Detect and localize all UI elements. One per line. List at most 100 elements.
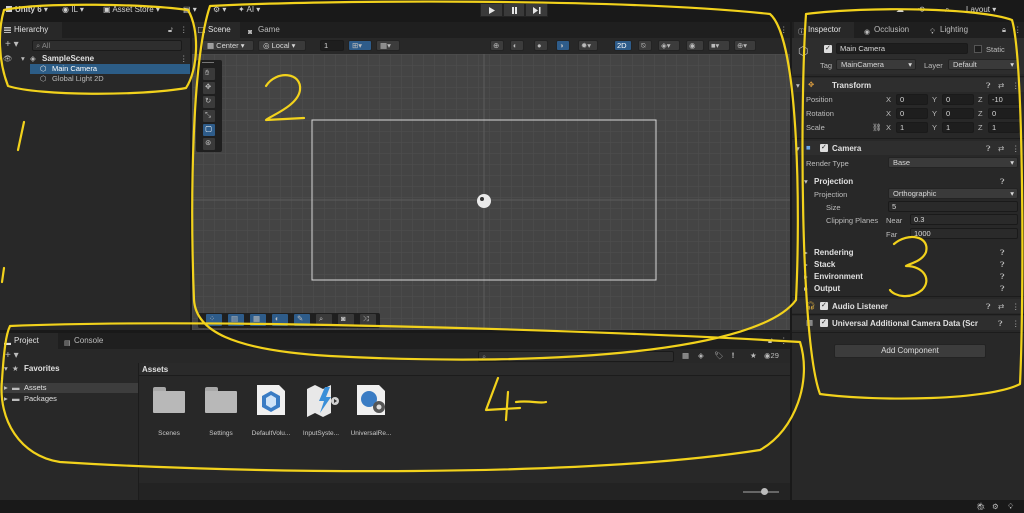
menu-kebab-icon[interactable]: ⋮ [780,336,788,345]
component-menu-icon[interactable]: ⋮ [1012,81,1020,90]
expand-arrow-icon[interactable]: ▸ [804,284,808,293]
overlay-handle[interactable] [202,62,214,63]
audio-fx-dropdown[interactable]: ◈▾ [658,40,680,51]
settings-icon[interactable]: ⚙ [992,502,999,511]
tab-game[interactable]: ◙ Game [244,22,288,38]
camera-settings-dropdown[interactable]: ■▾ [708,40,730,51]
search-by-label-icon[interactable]: ◈ [698,351,704,360]
transform-tool-button[interactable]: ⊛ [203,138,215,150]
overlay-tool-6[interactable]: ⌕ [316,314,332,326]
transform-y-field[interactable]: 0 [942,108,974,119]
expand-arrow-icon[interactable]: ▸ [804,248,808,257]
collab-button[interactable]: ⚙ ▾ [213,4,226,16]
presets-icon[interactable]: ⇄ [998,302,1004,311]
lighting-toggle[interactable]: ⍉ [638,40,652,51]
expand-arrow-icon[interactable]: ▸ [4,394,8,403]
shading-shaded-button[interactable]: ● [534,40,548,51]
asset-item[interactable]: UniversalRe... [349,383,393,439]
expand-arrow-icon[interactable]: ▾ [21,54,25,63]
scene-viewport[interactable]: ✋︎ ✥ ↻ ⤡ ▢ ⊛ ⁘ ▤ ▦ ◐ ✎ ⌕ ◙ ⤨ [192,54,790,330]
menu-kebab-icon[interactable]: ⋮ [180,25,188,34]
ai-button[interactable]: ✦ AI ▾ [238,4,260,16]
expand-arrow-icon[interactable]: ▾ [4,364,8,373]
grid-snap-input[interactable]: 1 [320,40,344,51]
help-icon[interactable]: ❓︎ [986,302,991,312]
transform-x-field[interactable]: 0 [896,108,928,119]
asset-item[interactable]: Scenes [147,387,191,439]
projection-section-title[interactable]: Projection [814,177,853,186]
visibility-icon[interactable]: 👁︎ [3,54,13,63]
object-name-field[interactable]: Main Camera [836,43,968,54]
tab-project[interactable]: ▬ Project [0,333,58,349]
asset-store-button[interactable]: ▣ Asset Store ▾ [103,4,160,16]
overlay-tool-1[interactable]: ⁘ [206,314,222,326]
shading-wire-button[interactable]: ◐ [510,40,524,51]
overlay-tool-4[interactable]: ◐ [272,314,288,326]
lock-icon[interactable]: 🔓︎ [168,25,173,35]
lightbulb-icon[interactable]: 💡︎ [1008,502,1013,512]
camera-enabled-checkbox[interactable]: ✓ [820,144,828,152]
space-dropdown[interactable]: ◎ Local ▾ [258,40,306,51]
static-checkbox[interactable] [974,45,982,53]
cloud-button[interactable]: ▤ ▾ [183,4,197,16]
help-icon[interactable]: ❓︎ [1000,284,1005,294]
notifications-button[interactable]: ☁ [896,4,904,16]
zoom-slider-thumb[interactable] [761,488,768,495]
transform-y-field[interactable]: 0 [942,94,974,105]
expand-arrow-icon[interactable]: ▸ [804,272,808,281]
asset-item[interactable]: InputSyste... [299,383,343,439]
tag-dropdown[interactable]: MainCamera ▾ [836,59,916,70]
overlay-tool-3[interactable]: ▦ [250,314,266,326]
tab-inspector[interactable]: ⓘ Inspector [794,22,854,38]
asset-item[interactable]: DefaultVolu... [249,383,293,439]
expand-arrow-icon[interactable]: ▾ [796,81,800,90]
help-icon[interactable]: ❓︎ [1000,260,1005,270]
hierarchy-item-main-camera[interactable]: ⬡ Main Camera [30,64,190,74]
move-tool-button[interactable]: ✥ [203,82,215,94]
tab-lighting[interactable]: 💡︎ Lighting [926,22,986,38]
tree-item-assets[interactable]: ▸ ▬ Assets [0,383,138,393]
grid-visibility-dropdown[interactable]: ▦▾ [376,40,400,51]
camera-section-environment[interactable]: ▸ Environment ❓︎ [792,272,1024,283]
pivot-dropdown[interactable]: ▦ Center ▾ [202,40,254,51]
camera-section-rendering[interactable]: ▸ Rendering ❓︎ [792,248,1024,259]
transform-z-field[interactable]: -10 [988,94,1020,105]
menu-kebab-icon[interactable]: ⋮ [780,25,788,34]
mode-2d-toggle[interactable]: 2D [614,40,632,51]
bug-icon[interactable]: 🐞︎ [976,502,986,511]
help-icon[interactable]: ❓︎ [1000,248,1005,258]
expand-arrow-icon[interactable]: ▾ [804,177,808,186]
audio-listener-header[interactable]: 🎧︎ ✓ Audio Listener ❓︎ ⇄ ⋮ [792,299,1024,313]
draw-mode-button[interactable]: ⊕ [490,40,504,51]
camera-section-output[interactable]: ▸ Output ❓︎ [792,284,1024,295]
menu-kebab-icon[interactable]: ⋮ [1014,25,1022,34]
layout-dropdown[interactable]: Layout ▾ [966,4,996,16]
asset-item[interactable]: Settings [199,387,243,439]
rotate-tool-button[interactable]: ↻ [203,96,215,108]
warning-icon[interactable]: ❗︎ [732,351,734,361]
transform-z-field[interactable]: 1 [988,122,1020,133]
hand-tool-button[interactable]: ✋︎ [203,68,215,80]
component-menu-icon[interactable]: ⋮ [1012,144,1020,153]
projection-dropdown[interactable]: Orthographic ▾ [888,188,1018,199]
overlay-tool-5[interactable]: ✎ [294,314,310,326]
overlay-tool-8[interactable]: ⤨ [360,314,376,326]
far-field[interactable]: 1000 [910,228,1018,239]
presets-icon[interactable]: ⇄ [998,81,1004,90]
presets-icon[interactable]: ⇄ [998,144,1004,153]
gizmos-dropdown[interactable]: ⊕▾ [734,40,756,51]
project-search-input[interactable]: ⌕ [478,351,674,362]
tab-console[interactable]: ▤ Console [60,333,116,349]
help-icon[interactable]: ❓︎ [986,81,991,91]
account-button[interactable]: Unity 6 ▾ [6,4,48,16]
lock-icon[interactable]: 🔒︎ [1002,25,1006,35]
transform-header[interactable]: ▾ ✥ Transform ❓︎ ⇄ ⋮ [792,78,1024,92]
expand-arrow-icon[interactable]: ▾ [796,144,800,153]
overlay-tool-7[interactable]: ◙ [338,314,354,326]
component-menu-icon[interactable]: ⋮ [1012,319,1020,328]
camera-section-stack[interactable]: ▸ Stack ❓︎ [792,260,1024,271]
help-icon[interactable]: ❓︎ [986,144,991,154]
urp-camera-data-header[interactable]: ▦ ✓ Universal Additional Camera Data (Sc… [792,316,1024,330]
transform-x-field[interactable]: 1 [896,122,928,133]
layer-dropdown[interactable]: Default ▾ [948,59,1018,70]
